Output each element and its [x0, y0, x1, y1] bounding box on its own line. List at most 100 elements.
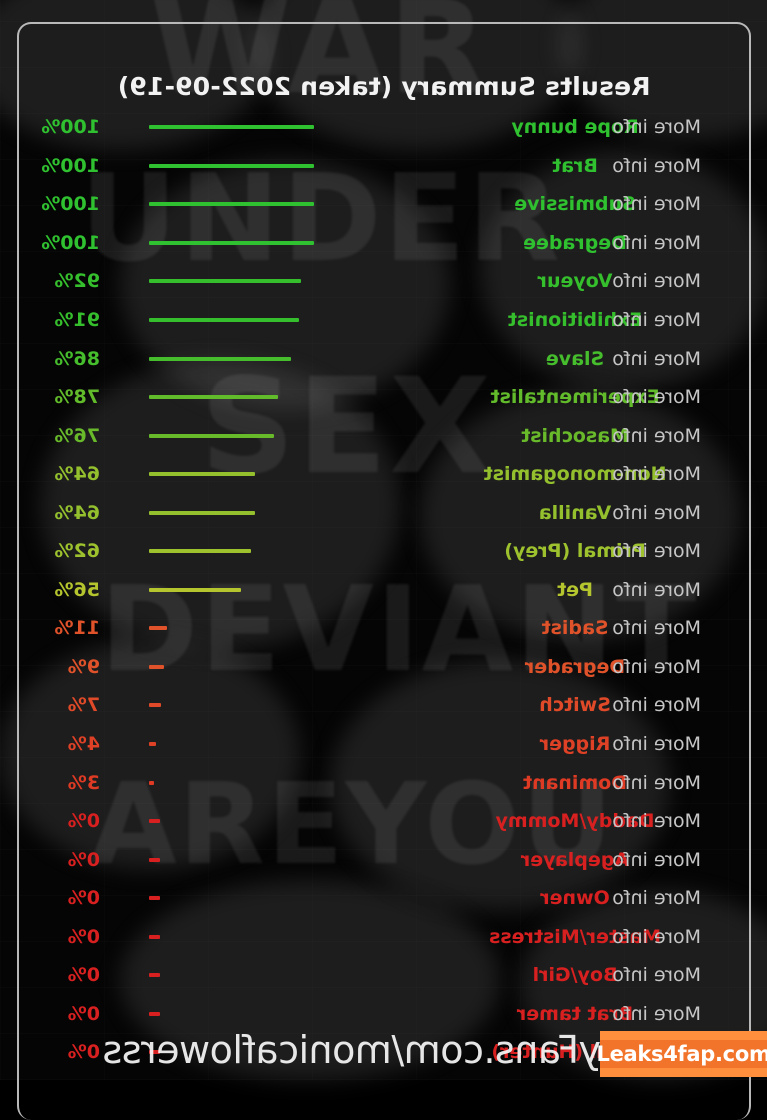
result-row: 0%Boy/GirlMore info — [0, 956, 767, 995]
result-bar-fill — [149, 742, 156, 746]
more-info-link[interactable]: More info — [612, 887, 701, 909]
more-info-link[interactable]: More info — [612, 733, 701, 755]
result-percent: 0% — [38, 1003, 100, 1025]
result-percent: 64% — [38, 502, 100, 524]
more-info-link[interactable]: More info — [612, 502, 701, 524]
result-bar-track — [149, 202, 314, 206]
result-bar-fill — [149, 434, 274, 438]
more-info-link[interactable]: More info — [612, 964, 701, 986]
more-info-link[interactable]: More info — [612, 772, 701, 794]
more-info-link[interactable]: More info — [612, 386, 701, 408]
result-percent: 7% — [38, 694, 100, 716]
result-bar-track — [149, 125, 314, 129]
more-info-link[interactable]: More info — [612, 270, 701, 292]
result-label: Brat — [383, 155, 767, 177]
more-info-link[interactable]: More info — [612, 579, 701, 601]
result-bar-track — [149, 1012, 314, 1016]
result-label: Ageplayer — [383, 849, 767, 871]
result-bar-track — [149, 357, 314, 361]
result-bar-track — [149, 858, 314, 862]
result-percent: 56% — [38, 579, 100, 601]
result-label: Switch — [383, 694, 767, 716]
more-info-link[interactable]: More info — [612, 463, 701, 485]
result-row: 3% DominantMore info — [0, 763, 767, 802]
result-label: Degradee — [383, 232, 767, 254]
result-percent: 0% — [38, 926, 100, 948]
result-label: Boy/Girl — [383, 964, 767, 986]
result-label: Masochist — [383, 425, 767, 447]
result-row: 100% Rope bunnyMore info — [0, 108, 767, 147]
result-percent: 86% — [38, 348, 100, 370]
more-info-link[interactable]: More info — [612, 116, 701, 138]
more-info-link[interactable]: More info — [612, 810, 701, 832]
result-bar-track — [149, 395, 314, 399]
result-bar-fill — [149, 318, 299, 322]
result-percent: 3% — [38, 772, 100, 794]
result-bar-track — [149, 588, 314, 592]
result-bar-fill — [149, 472, 255, 476]
more-info-link[interactable]: More info — [612, 309, 701, 331]
more-info-link[interactable]: More info — [612, 694, 701, 716]
more-info-link[interactable]: More info — [612, 232, 701, 254]
more-info-link[interactable]: More info — [612, 425, 701, 447]
more-info-link[interactable]: More info — [612, 193, 701, 215]
result-bar-fill — [149, 703, 161, 707]
result-label: Vanilla — [383, 502, 767, 524]
result-percent: 0% — [38, 810, 100, 832]
result-row: 56%PetMore info — [0, 571, 767, 610]
more-info-link[interactable]: More info — [612, 348, 701, 370]
result-bar-track — [149, 549, 314, 553]
more-info-link[interactable]: More info — [612, 849, 701, 871]
result-label: Sadist — [383, 617, 767, 639]
more-info-link[interactable]: More info — [612, 1003, 701, 1025]
result-bar-track — [149, 781, 314, 785]
result-bar-fill — [149, 1012, 160, 1016]
result-percent: 4% — [38, 733, 100, 755]
more-info-link[interactable]: More info — [612, 617, 701, 639]
result-bar-track — [149, 511, 314, 515]
more-info-link[interactable]: More info — [612, 155, 701, 177]
leaks4fap-badge: Leaks4fap.com — [600, 1031, 767, 1077]
result-percent: 78% — [38, 386, 100, 408]
results-list: 100% Rope bunnyMore info100% Brat More info… — [0, 108, 767, 1072]
result-bar-fill — [149, 511, 255, 515]
result-bar-fill — [149, 781, 154, 785]
result-row: 7% SwitchMore info — [0, 686, 767, 725]
more-info-link[interactable]: More info — [612, 926, 701, 948]
result-percent: 92% — [38, 270, 100, 292]
leaks4fap-badge-label: Leaks4fap.com — [596, 1042, 767, 1066]
result-label: Daddy/Mommy — [383, 810, 767, 832]
more-info-link[interactable]: More info — [612, 656, 701, 678]
result-label: Slave — [383, 348, 767, 370]
result-label: Rigger — [383, 733, 767, 755]
result-row: 0% Daddy/MommyMore info — [0, 802, 767, 841]
result-row: 0% Master/MistressMore info — [0, 917, 767, 956]
result-bar-track — [149, 241, 314, 245]
result-bar-fill — [149, 819, 160, 823]
result-percent: 76% — [38, 425, 100, 447]
result-percent: 100% — [38, 116, 100, 138]
more-info-link[interactable]: More info — [612, 540, 701, 562]
result-bar-track — [149, 472, 314, 476]
result-percent: 91% — [38, 309, 100, 331]
result-label: Primal (Prey) — [383, 540, 767, 562]
result-bar-fill — [149, 241, 314, 245]
result-bar-fill — [149, 125, 314, 129]
result-row: 78% ExperimentalistMore info — [0, 378, 767, 417]
result-percent: 0% — [38, 849, 100, 871]
result-label: Experimentalist — [383, 386, 767, 408]
result-label: Rope bunny — [383, 116, 767, 138]
result-row: 62%Primal (Prey)More info — [0, 532, 767, 571]
result-label: Brat tamer — [383, 1003, 767, 1025]
result-row: 92%VoyeurMore info — [0, 262, 767, 301]
result-bar-track — [149, 164, 314, 168]
result-bar-fill — [149, 549, 251, 553]
result-label: Dominant — [383, 772, 767, 794]
result-row: 100%SubmissiveMore info — [0, 185, 767, 224]
result-row: 64%Non-monogamistMore info — [0, 455, 767, 494]
result-bar-track — [149, 626, 314, 630]
result-bar-fill — [149, 665, 164, 669]
result-row: 64% VanillaMore info — [0, 493, 767, 532]
result-label: Master/Mistress — [383, 926, 767, 948]
result-bar-track — [149, 434, 314, 438]
